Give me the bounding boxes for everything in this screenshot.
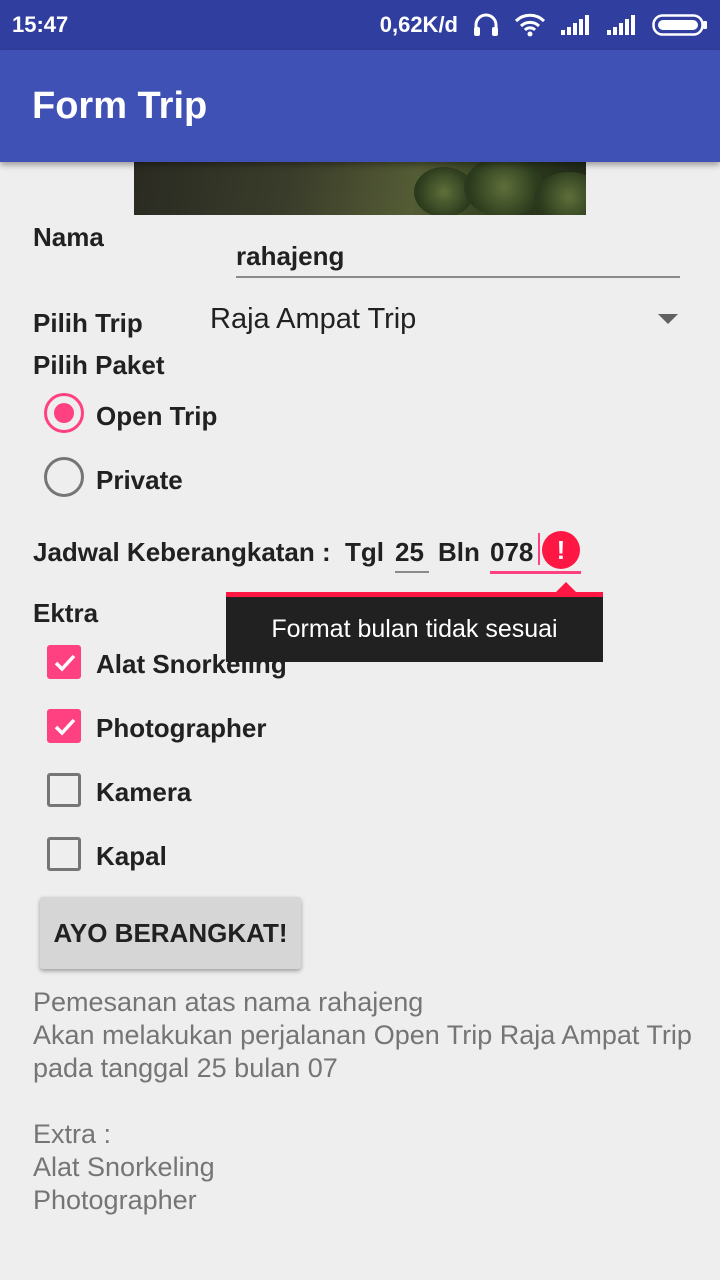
paket-label: Pilih Paket <box>33 350 165 380</box>
bln-value: 078 <box>490 537 534 567</box>
tgl-value: 25 <box>395 537 424 567</box>
network-speed: 0,62K/d <box>379 12 458 37</box>
result-line: Akan melakukan perjalanan Open Trip Raja… <box>33 1020 692 1083</box>
checkbox-label: Kamera <box>96 777 192 807</box>
radio-checked-icon <box>44 393 84 433</box>
nama-value: rahajeng <box>236 241 345 271</box>
status-icons: 0,62K/d <box>380 12 708 38</box>
checkbox-unchecked-icon <box>47 773 81 807</box>
battery-icon <box>652 13 708 37</box>
trip-selected: Raja Ampat Trip <box>210 303 417 335</box>
text-cursor <box>538 533 540 565</box>
trip-label: Pilih Trip <box>33 308 143 338</box>
checkbox-checked-icon <box>47 645 81 679</box>
bln-label: Bln <box>438 537 480 567</box>
wifi-icon <box>514 13 546 37</box>
tgl-underline <box>395 571 429 573</box>
error-tooltip: Format bulan tidak sesuai <box>226 592 603 662</box>
bln-underline <box>490 571 581 574</box>
checkbox-unchecked-icon <box>47 837 81 871</box>
trip-hero-image <box>134 162 586 215</box>
nama-label: Nama <box>33 222 104 252</box>
result-line: Pemesanan atas nama rahajeng <box>33 987 424 1017</box>
ekstra-label: Ektra <box>33 598 99 628</box>
result-extra-header: Extra : <box>33 1119 112 1149</box>
tooltip-arrow <box>556 582 576 592</box>
headphones-icon <box>472 12 500 38</box>
checkbox-label: Kapal <box>96 841 167 871</box>
radio-label: Private <box>96 465 183 495</box>
jadwal-label: Jadwal Keberangkatan : <box>33 537 331 567</box>
error-message: Format bulan tidak sesuai <box>271 615 558 643</box>
signal-icon <box>560 14 592 36</box>
status-time: 15:47 <box>12 12 69 37</box>
radio-unchecked-icon <box>44 457 84 497</box>
dropdown-arrow-icon <box>658 314 678 324</box>
radio-label: Open Trip <box>96 401 218 431</box>
error-icon: ! <box>542 531 580 569</box>
checkbox-label: Photographer <box>96 713 267 743</box>
ayo-berangkat-button[interactable]: AYO BERANGKAT! <box>40 897 301 969</box>
tgl-label: Tgl <box>345 537 384 567</box>
nama-underline <box>236 276 680 278</box>
result-extra-item: Alat Snorkeling <box>33 1152 215 1182</box>
signal-icon <box>606 14 638 36</box>
result-extra: Extra : Alat Snorkeling Photographer <box>33 1118 693 1217</box>
app-title: Form Trip <box>32 84 208 127</box>
hero-foliage <box>464 162 544 215</box>
status-bar: 15:47 0,62K/d <box>0 0 720 50</box>
result-summary: Pemesanan atas nama rahajeng Akan melaku… <box>33 986 693 1085</box>
app-bar: Form Trip <box>0 50 720 162</box>
result-extra-item: Photographer <box>33 1185 197 1215</box>
checkbox-checked-icon <box>47 709 81 743</box>
